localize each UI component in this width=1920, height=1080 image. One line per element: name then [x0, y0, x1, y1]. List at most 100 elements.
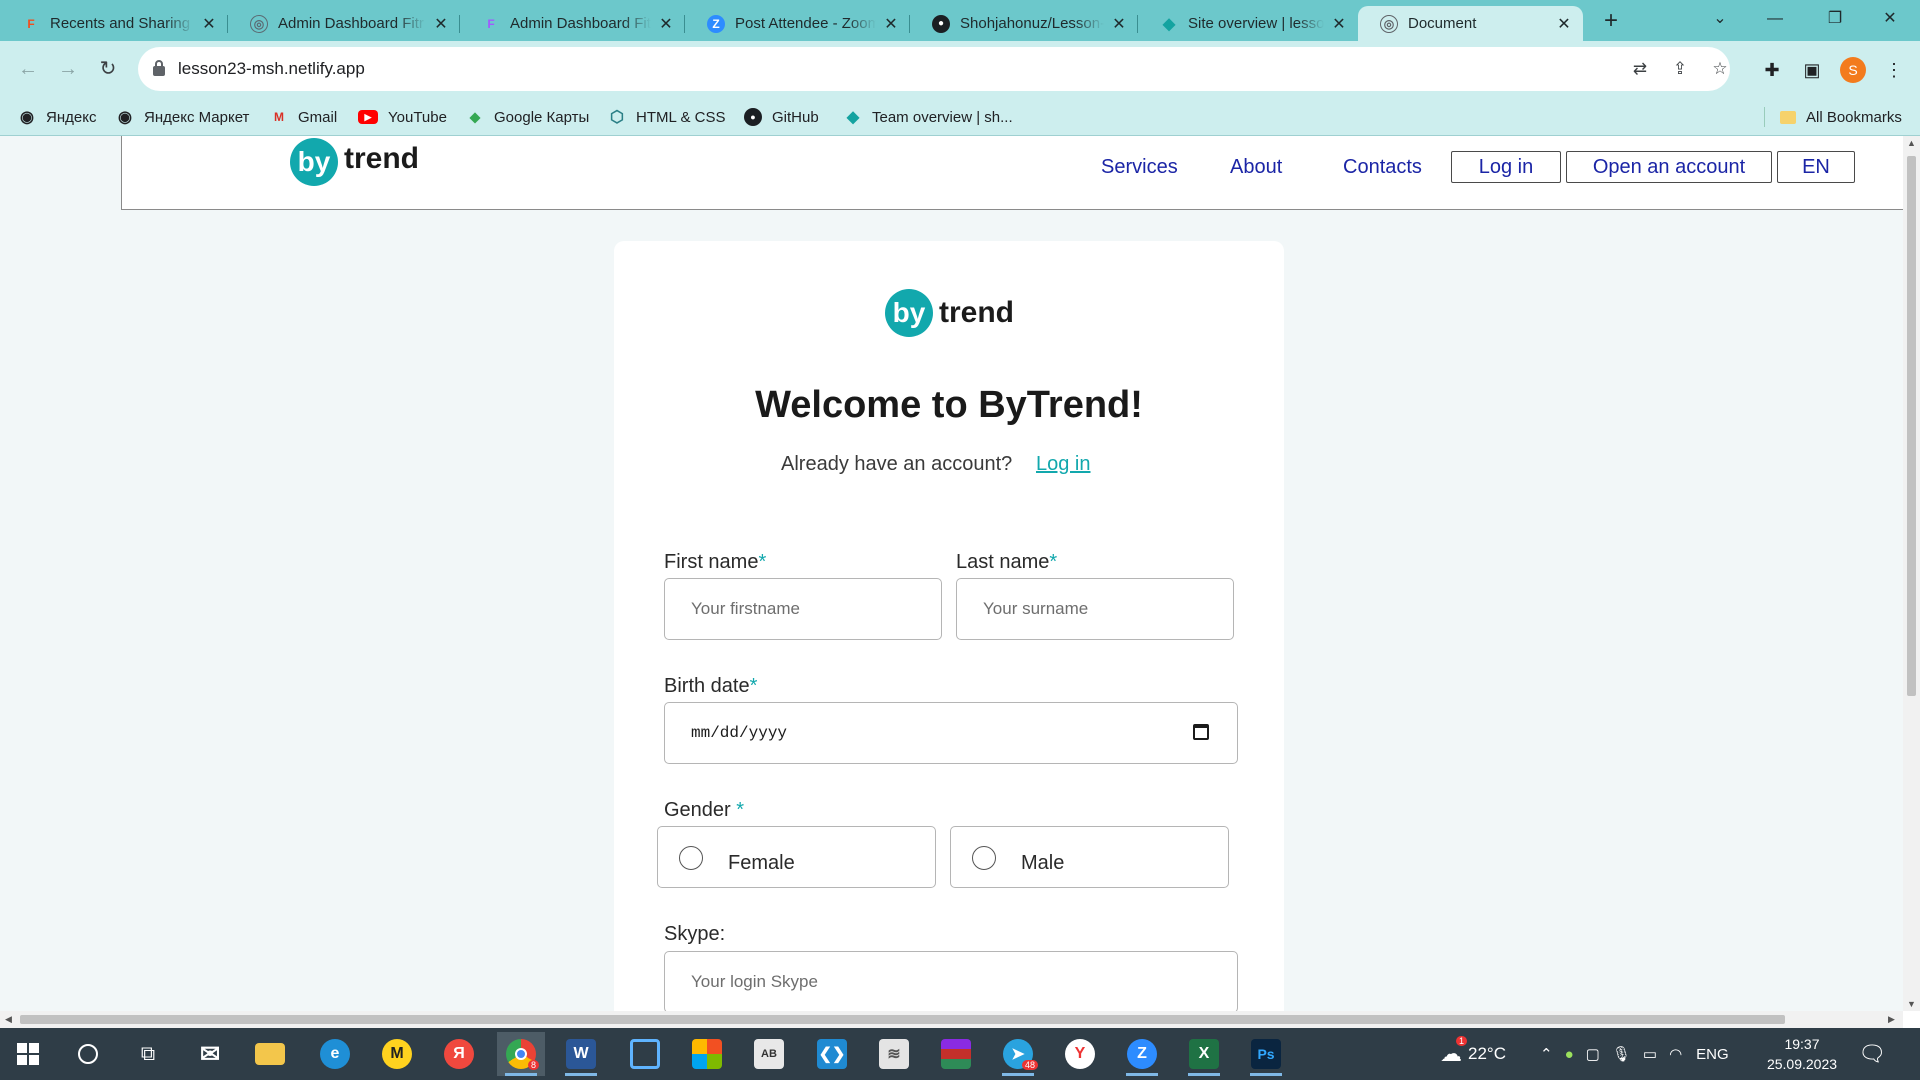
new-tab-button[interactable]: +: [1595, 6, 1627, 36]
minimize-button[interactable]: —: [1745, 0, 1805, 41]
profile-avatar[interactable]: S: [1840, 57, 1866, 83]
open-account-button[interactable]: Open an account: [1566, 151, 1772, 183]
male-radio[interactable]: [972, 846, 996, 870]
forward-button[interactable]: →: [52, 53, 84, 85]
menu-kebab-icon[interactable]: ⋮: [1882, 58, 1906, 82]
bookmark-github[interactable]: ● GitHub: [744, 98, 819, 136]
notification-icon[interactable]: 🗨: [1858, 1028, 1886, 1080]
taskbar-edge[interactable]: e: [311, 1032, 359, 1076]
language-indicator[interactable]: ENG: [1696, 1046, 1729, 1063]
taskbar-layers-app[interactable]: ≋: [870, 1032, 918, 1076]
weather-widget[interactable]: ☁ 1 22°C: [1440, 1028, 1506, 1080]
all-bookmarks-label: All Bookmarks: [1806, 108, 1902, 126]
taskbar-zoom[interactable]: Z: [1118, 1032, 1166, 1076]
nav-about[interactable]: About: [1230, 156, 1282, 179]
close-tab-icon[interactable]: ✕: [1110, 14, 1128, 34]
bookmark-star-icon[interactable]: ☆: [1710, 59, 1730, 79]
header-logo[interactable]: by trend: [290, 138, 419, 186]
taskbar-excel[interactable]: X: [1180, 1032, 1228, 1076]
restore-button[interactable]: ❐: [1805, 0, 1865, 41]
close-tab-icon[interactable]: ✕: [1555, 14, 1573, 34]
all-bookmarks[interactable]: All Bookmarks: [1780, 98, 1902, 136]
bookmark-gmail[interactable]: M Gmail: [270, 98, 337, 136]
side-panel-icon[interactable]: ▣: [1800, 58, 1824, 82]
bookmark-html-css[interactable]: ⬡ HTML & CSS: [608, 98, 725, 136]
microphone-icon[interactable]: 🎙: [1612, 1045, 1631, 1063]
female-radio[interactable]: [679, 846, 703, 870]
login-link[interactable]: Log in: [1036, 453, 1091, 476]
taskbar-chrome[interactable]: 8: [497, 1032, 545, 1076]
bookmark-google-maps[interactable]: ⬥ Google Карты: [466, 98, 590, 136]
taskbar-store[interactable]: [683, 1032, 731, 1076]
first-name-input[interactable]: Your firstname: [664, 578, 942, 640]
last-name-input[interactable]: Your surname: [956, 578, 1234, 640]
vertical-scrollbar[interactable]: ▲ ▼: [1903, 136, 1920, 1011]
taskbar-telegram[interactable]: ➤ 48: [994, 1032, 1042, 1076]
start-button[interactable]: [4, 1032, 52, 1076]
horizontal-scrollbar[interactable]: ◀ ▶: [0, 1011, 1903, 1028]
share-icon[interactable]: ⇪: [1670, 59, 1690, 79]
tab-github[interactable]: ● Shohjahonuz/Lesson- ✕: [910, 6, 1138, 41]
bookmark-yandex-market[interactable]: ◉ Яндекс Маркет: [116, 98, 249, 136]
task-view-button[interactable]: ⧉: [124, 1032, 172, 1076]
search-taskbar-button[interactable]: [64, 1032, 112, 1076]
back-button[interactable]: ←: [12, 53, 44, 85]
scroll-up-arrow[interactable]: ▲: [1903, 138, 1920, 148]
card-logo: by trend: [885, 289, 1014, 337]
battery-icon[interactable]: ▭: [1643, 1045, 1657, 1063]
tab-admin-dashboard-1[interactable]: ◎ Admin Dashboard Fitr ✕: [228, 6, 460, 41]
tab-admin-dashboard-2[interactable]: F Admin Dashboard Fitr ✕: [460, 6, 685, 41]
tab-document[interactable]: ◎ Document ✕: [1358, 6, 1583, 41]
language-button[interactable]: EN: [1777, 151, 1855, 183]
horizontal-scroll-thumb[interactable]: [20, 1015, 1785, 1024]
taskbar-yandex[interactable]: Y: [1056, 1032, 1104, 1076]
close-tab-icon[interactable]: ✕: [432, 14, 450, 34]
taskbar-app-frame[interactable]: [621, 1032, 669, 1076]
extensions-icon[interactable]: ✚: [1760, 58, 1784, 82]
taskbar-vscode[interactable]: ❮❯: [808, 1032, 856, 1076]
scroll-right-arrow[interactable]: ▶: [1883, 1011, 1900, 1028]
close-tab-icon[interactable]: ✕: [882, 14, 900, 34]
gender-option-male[interactable]: Male: [950, 826, 1229, 888]
close-tab-icon[interactable]: ✕: [200, 14, 218, 34]
taskbar-photoshop[interactable]: Ps: [1242, 1032, 1290, 1076]
taskbar-file-explorer[interactable]: [246, 1032, 294, 1076]
nav-services[interactable]: Services: [1101, 156, 1178, 179]
skype-input[interactable]: Your login Skype: [664, 951, 1238, 1011]
vertical-scroll-thumb[interactable]: [1907, 156, 1916, 696]
calendar-icon[interactable]: [1193, 724, 1209, 740]
close-window-button[interactable]: ✕: [1860, 0, 1920, 41]
netlify-icon: ◆: [846, 109, 860, 126]
taskbar-abc-app[interactable]: AB: [745, 1032, 793, 1076]
bookmark-yandex[interactable]: ◉ Яндекс: [18, 98, 96, 136]
bookmark-youtube[interactable]: ▶ YouTube: [358, 98, 447, 136]
birth-date-input[interactable]: mm/dd/yyyy: [664, 702, 1238, 764]
tray-green-icon[interactable]: ●: [1565, 1046, 1574, 1063]
taskbar-word[interactable]: W: [557, 1032, 605, 1076]
clock[interactable]: 19:37 25.09.2023: [1762, 1034, 1842, 1074]
taskbar-yandex-market[interactable]: M: [373, 1032, 421, 1076]
tab-title: Document: [1408, 15, 1477, 32]
scroll-down-arrow[interactable]: ▼: [1903, 999, 1920, 1009]
login-button[interactable]: Log in: [1451, 151, 1561, 183]
nav-contacts[interactable]: Contacts: [1343, 156, 1422, 179]
tab-site-overview[interactable]: ◆ Site overview | lesson ✕: [1138, 6, 1358, 41]
reload-button[interactable]: ↻: [92, 53, 124, 85]
translate-icon[interactable]: ⇄: [1630, 59, 1650, 79]
female-label: Female: [728, 852, 795, 874]
taskbar-winrar[interactable]: [932, 1032, 980, 1076]
tray-device-icon[interactable]: ▢: [1586, 1045, 1600, 1063]
close-tab-icon[interactable]: ✕: [1330, 14, 1348, 34]
close-tab-icon[interactable]: ✕: [657, 14, 675, 34]
wifi-icon[interactable]: ◠: [1669, 1045, 1682, 1063]
address-bar[interactable]: lesson23-msh.netlify.app ⇄ ⇪ ☆: [138, 47, 1730, 91]
scroll-left-arrow[interactable]: ◀: [0, 1011, 17, 1028]
tab-search-icon[interactable]: ⌄: [1690, 0, 1750, 41]
taskbar-yandex-browser[interactable]: Я: [435, 1032, 483, 1076]
chevron-up-icon[interactable]: ⌃: [1540, 1045, 1553, 1063]
bookmark-team-overview[interactable]: ◆ Team overview | sh...: [844, 98, 1013, 136]
gender-option-female[interactable]: Female: [657, 826, 936, 888]
tab-recents-sharing[interactable]: F Recents and Sharing - ✕: [0, 6, 228, 41]
taskbar-mail[interactable]: ✉: [186, 1032, 234, 1076]
tab-zoom[interactable]: Z Post Attendee - Zoom ✕: [685, 6, 910, 41]
